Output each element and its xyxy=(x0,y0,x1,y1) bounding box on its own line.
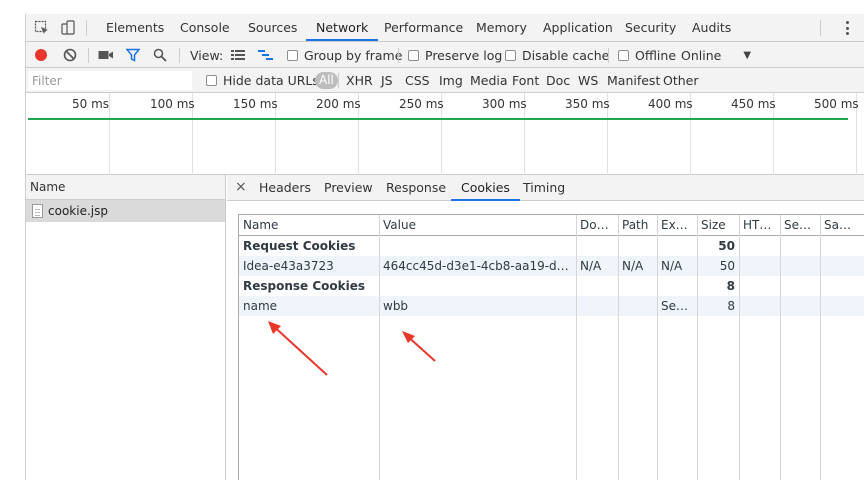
timeline-load-line xyxy=(28,118,848,120)
type-filter-doc[interactable]: Doc xyxy=(546,68,570,93)
type-filter-img[interactable]: Img xyxy=(439,68,463,93)
tab-preview[interactable]: Preview xyxy=(324,175,373,201)
filter-icon[interactable] xyxy=(126,42,140,68)
type-filter-other[interactable]: Other xyxy=(663,68,699,93)
tab-memory[interactable]: Memory xyxy=(476,14,527,41)
timeline-tick-label: 500 ms xyxy=(814,97,859,111)
filter-bar: Hide data URLs All XHR JS CSS Img Media … xyxy=(26,68,864,93)
column-header-samesite[interactable]: Sa… xyxy=(820,215,864,235)
timeline-tick-label: 250 ms xyxy=(399,97,444,111)
requests-pane: Name cookie.jsp xyxy=(26,175,226,480)
network-toolbar: View: Group by frame Preserve log Disabl… xyxy=(26,42,864,68)
tab-sources[interactable]: Sources xyxy=(248,14,297,41)
tab-headers[interactable]: Headers xyxy=(259,175,311,201)
column-header-path[interactable]: Path xyxy=(618,215,657,235)
more-options-icon[interactable] xyxy=(844,19,850,37)
large-rows-icon[interactable] xyxy=(231,42,245,68)
timeline-tick-label: 200 ms xyxy=(316,97,361,111)
throttling-value: Online xyxy=(681,47,722,63)
search-icon[interactable] xyxy=(153,42,167,68)
inspect-element-icon[interactable] xyxy=(33,19,51,37)
request-row-cookie-jsp[interactable]: cookie.jsp xyxy=(26,200,225,222)
timeline-tick-label: 400 ms xyxy=(648,97,693,111)
cookie-value[interactable]: 464cc45d-d3e1-4cb8-aa19-d187… xyxy=(379,256,576,276)
tab-console[interactable]: Console xyxy=(180,14,230,41)
tab-network[interactable]: Network xyxy=(306,14,379,41)
disable-cache-checkbox[interactable]: Disable cache xyxy=(505,42,609,68)
disable-cache-label: Disable cache xyxy=(522,47,610,63)
page-left-gutter xyxy=(0,14,26,480)
clear-icon[interactable] xyxy=(63,42,77,68)
throttling-select[interactable]: Online ▼ xyxy=(681,42,751,68)
cookie-name[interactable]: name xyxy=(239,296,379,316)
browser-top-strip xyxy=(0,0,864,14)
tab-timing[interactable]: Timing xyxy=(523,175,565,201)
timeline-tick-label: 350 ms xyxy=(565,97,610,111)
section-size: 8 xyxy=(726,279,735,293)
cookie-size: 8 xyxy=(727,299,735,313)
offline-label: Offline xyxy=(635,47,677,63)
tab-audits[interactable]: Audits xyxy=(692,14,731,41)
filter-input[interactable] xyxy=(28,71,192,90)
type-filter-ws[interactable]: WS xyxy=(578,68,598,93)
tab-performance[interactable]: Performance xyxy=(384,14,463,41)
timeline-tick-label: 450 ms xyxy=(731,97,776,111)
offline-checkbox[interactable]: Offline xyxy=(618,42,676,68)
timeline-tick-label: 300 ms xyxy=(482,97,527,111)
hide-data-urls-label: Hide data URLs xyxy=(223,73,319,88)
cookie-path: N/A xyxy=(622,259,644,273)
type-filter-media[interactable]: Media xyxy=(470,68,508,93)
section-response-cookies: Response Cookies xyxy=(243,279,366,293)
tab-cookies[interactable]: Cookies xyxy=(451,175,520,201)
device-toolbar-icon[interactable] xyxy=(59,19,77,37)
cookie-expires: N/A xyxy=(661,259,683,273)
column-header-value[interactable]: Value xyxy=(379,215,576,235)
type-filter-js[interactable]: JS xyxy=(381,68,393,93)
devtools-tab-bar: Elements Console Sources Network Perform… xyxy=(26,14,864,42)
request-detail-tabs: × Headers Preview Response Cookies Timin… xyxy=(227,175,864,201)
cookie-value[interactable]: wbb xyxy=(379,296,576,316)
capture-screenshots-icon[interactable] xyxy=(98,42,114,68)
timeline-tick-label: 150 ms xyxy=(233,97,278,111)
tab-response[interactable]: Response xyxy=(386,175,446,201)
group-by-frame-checkbox[interactable]: Group by frame xyxy=(287,42,402,68)
timeline-overview[interactable]: 50 ms 100 ms 150 ms 200 ms 250 ms 300 ms… xyxy=(26,93,864,175)
type-filter-xhr[interactable]: XHR xyxy=(346,68,373,93)
type-filter-css[interactable]: CSS xyxy=(405,68,430,93)
section-request-cookies: Request Cookies xyxy=(243,239,356,253)
column-header-name[interactable]: Name xyxy=(239,215,379,235)
column-header-domain[interactable]: Do… xyxy=(576,215,618,235)
cookie-name[interactable]: Idea-e43a3723 xyxy=(239,256,379,276)
cookie-domain: N/A xyxy=(580,259,602,273)
type-filter-manifest[interactable]: Manifest xyxy=(607,68,660,93)
document-icon xyxy=(32,204,43,218)
annotation-arrow-value xyxy=(402,331,436,362)
timeline-tick-label: 100 ms xyxy=(150,97,195,111)
chevron-down-icon: ▼ xyxy=(743,49,752,61)
preserve-log-label: Preserve log xyxy=(425,47,503,63)
type-filter-all[interactable]: All xyxy=(315,68,338,93)
group-by-frame-label: Group by frame xyxy=(304,47,403,63)
tab-security[interactable]: Security xyxy=(625,14,676,41)
record-icon[interactable] xyxy=(34,42,48,68)
column-header-expires[interactable]: Ex… xyxy=(657,215,697,235)
hide-data-urls-checkbox[interactable]: Hide data URLs xyxy=(206,68,319,93)
type-filter-font[interactable]: Font xyxy=(512,68,539,93)
waterfall-overview-icon[interactable] xyxy=(258,42,274,68)
column-header-httponly[interactable]: HT… xyxy=(739,215,780,235)
cookie-expires: Se… xyxy=(661,299,688,313)
tab-elements[interactable]: Elements xyxy=(106,14,164,41)
view-label: View: xyxy=(190,47,224,63)
requests-name-header[interactable]: Name xyxy=(26,175,225,200)
timeline-tick-label: 50 ms xyxy=(72,97,110,111)
annotation-arrow-name xyxy=(268,321,328,376)
preserve-log-checkbox[interactable]: Preserve log xyxy=(408,42,502,68)
column-header-secure[interactable]: Se… xyxy=(780,215,820,235)
column-header-size[interactable]: Size xyxy=(697,215,739,235)
close-icon[interactable]: × xyxy=(235,179,247,195)
section-size: 50 xyxy=(718,239,735,253)
cookie-size: 50 xyxy=(719,259,735,273)
request-name: cookie.jsp xyxy=(48,204,108,218)
tab-application[interactable]: Application xyxy=(543,14,613,41)
